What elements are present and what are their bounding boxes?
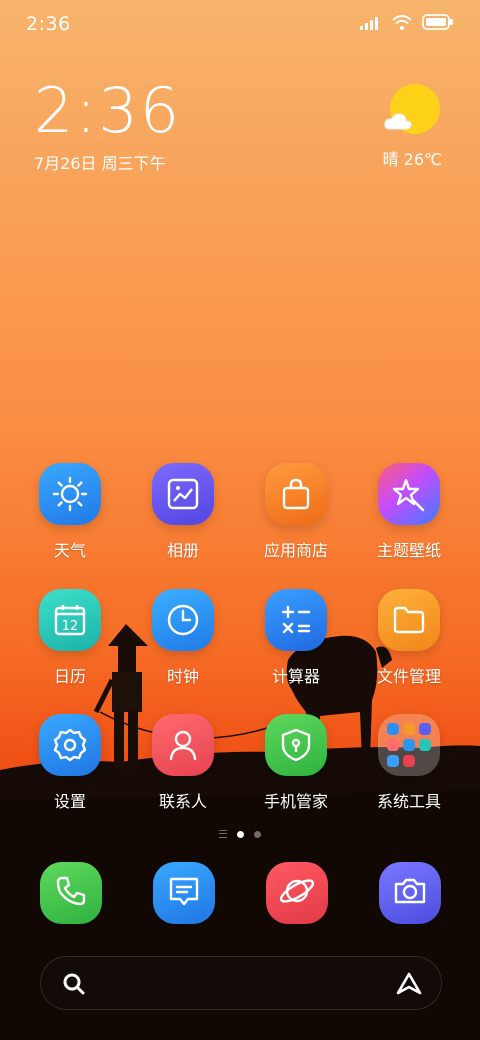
clock-widget[interactable]: 2:36 7月26日 周三下午 bbox=[34, 80, 181, 174]
clock-time: 2:36 bbox=[34, 74, 182, 147]
theme-star-icon bbox=[378, 463, 440, 525]
app-gallery[interactable]: 相册 bbox=[133, 463, 233, 561]
dock-phone[interactable] bbox=[40, 862, 102, 924]
weather-text: 晴 26℃ bbox=[382, 150, 442, 169]
weather-widget[interactable]: 晴 26℃ bbox=[352, 84, 442, 174]
app-file-manager[interactable]: 文件管理 bbox=[359, 589, 459, 687]
page-dot-active bbox=[237, 830, 244, 838]
app-label: 相册 bbox=[166, 541, 199, 560]
app-label: 联系人 bbox=[158, 792, 207, 811]
app-themes[interactable]: 主题壁纸 bbox=[359, 463, 459, 561]
shield-icon bbox=[265, 714, 327, 776]
clock-date: 7月26日 周三下午 bbox=[34, 154, 166, 173]
camera-icon bbox=[391, 872, 429, 914]
status-bar: 2:36 bbox=[0, 0, 480, 50]
folder-system-tools[interactable]: 系统工具 bbox=[359, 714, 459, 812]
gear-icon bbox=[39, 714, 101, 776]
app-calendar[interactable]: 12 日历 bbox=[20, 589, 120, 687]
shopping-bag-icon bbox=[265, 463, 327, 525]
dock-browser[interactable] bbox=[266, 862, 328, 924]
signal-icon bbox=[360, 15, 382, 34]
app-label: 应用商店 bbox=[263, 541, 328, 560]
app-calculator[interactable]: 计算器 bbox=[246, 589, 346, 687]
search-bar[interactable] bbox=[40, 956, 442, 1010]
search-icon[interactable] bbox=[61, 971, 87, 1001]
phone-icon bbox=[53, 873, 89, 913]
app-weather[interactable]: 天气 bbox=[20, 463, 120, 561]
app-clock[interactable]: 时钟 bbox=[133, 589, 233, 687]
calendar-icon: 12 bbox=[39, 589, 101, 651]
dock-messages[interactable] bbox=[153, 862, 215, 924]
folder-grid-icon bbox=[378, 714, 440, 776]
clock-icon bbox=[152, 589, 214, 651]
calculator-icon bbox=[265, 589, 327, 651]
app-label: 天气 bbox=[53, 541, 86, 560]
page-dot bbox=[254, 830, 261, 838]
planet-icon bbox=[277, 871, 317, 915]
app-contacts[interactable]: 联系人 bbox=[133, 714, 233, 812]
app-phone-manager[interactable]: 手机管家 bbox=[246, 714, 346, 812]
app-label: 计算器 bbox=[271, 667, 320, 686]
gallery-icon bbox=[152, 463, 214, 525]
app-label: 设置 bbox=[53, 792, 86, 811]
battery-icon bbox=[422, 14, 454, 34]
app-label: 手机管家 bbox=[263, 792, 328, 811]
dock-camera[interactable] bbox=[379, 862, 441, 924]
app-label: 主题壁纸 bbox=[376, 541, 441, 560]
person-icon bbox=[152, 714, 214, 776]
wifi-icon bbox=[392, 14, 412, 34]
status-time: 2:36 bbox=[26, 13, 71, 35]
app-label: 系统工具 bbox=[376, 792, 441, 811]
app-settings[interactable]: 设置 bbox=[20, 714, 120, 812]
page-list-icon bbox=[219, 830, 227, 838]
sun-icon bbox=[39, 463, 101, 525]
folder-icon bbox=[378, 589, 440, 651]
page-indicator[interactable] bbox=[0, 830, 480, 838]
calendar-day: 12 bbox=[62, 619, 79, 634]
app-label: 日历 bbox=[53, 667, 86, 686]
app-label: 时钟 bbox=[166, 667, 199, 686]
app-label: 文件管理 bbox=[376, 667, 441, 686]
app-store[interactable]: 应用商店 bbox=[246, 463, 346, 561]
cloud-icon bbox=[384, 113, 412, 130]
assistant-icon[interactable] bbox=[395, 971, 423, 1001]
message-icon bbox=[165, 872, 203, 914]
